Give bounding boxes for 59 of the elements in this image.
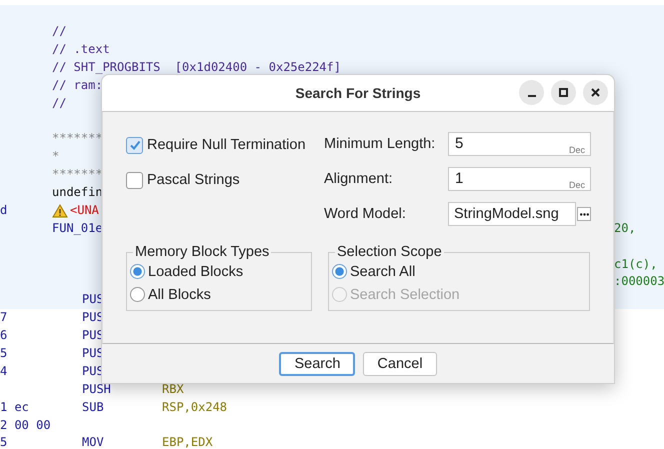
comment-text: // ram: (52, 76, 103, 94)
byte-text: 2 00 00 (0, 418, 51, 432)
field-label: Minimum Length: (324, 136, 436, 152)
warning-icon (52, 204, 68, 218)
radio-label: All Blocks (148, 286, 211, 302)
radio-button[interactable] (332, 264, 347, 279)
label-text: undefin (52, 184, 103, 202)
checkbox[interactable] (126, 172, 143, 188)
minimize-button[interactable] (519, 80, 544, 105)
minimize-icon (528, 94, 536, 96)
radix-label: Dec (568, 180, 585, 190)
field-label: Alignment: (324, 171, 394, 187)
radix-label: Dec (568, 145, 585, 155)
operand-text: RBX (162, 380, 184, 398)
comment-text: // .text (52, 40, 110, 58)
comment-text: // (52, 94, 66, 112)
separator-text: ******* (52, 166, 103, 184)
warning-text: <UNA (70, 202, 99, 219)
separator-text: * (52, 148, 60, 166)
comment-text: // (52, 23, 66, 40)
checkbox-label: Pascal Strings (147, 172, 240, 188)
code-text: 20, (614, 220, 636, 237)
operand-text: EBP,EDX (162, 434, 213, 449)
byte-text: 4 (0, 364, 8, 378)
mnemonic-text: MOV (82, 434, 104, 449)
code-text: :000003 (614, 273, 664, 290)
group-title: Memory Block Types (134, 244, 270, 260)
byte-text: d (0, 202, 8, 217)
radio-button[interactable] (130, 264, 145, 279)
search-button[interactable]: Search (279, 352, 356, 376)
byte-text: 6 (0, 328, 8, 342)
radio-label: Loaded Blocks (148, 264, 244, 280)
field-label: Word Model: (324, 206, 407, 222)
maximize-button[interactable] (551, 80, 576, 105)
window-title: Search For Strings (295, 85, 421, 101)
group-title: Selection Scope (336, 244, 443, 260)
comment-text: // SHT_PROGBITS [0x1d02400 - 0x25e224f] (52, 58, 341, 76)
ellipsis-icon (580, 212, 588, 216)
maximize-icon (559, 88, 568, 97)
close-button[interactable] (583, 80, 608, 105)
cancel-button[interactable]: Cancel (363, 352, 437, 376)
radio-label: Search All (350, 264, 416, 280)
mnemonic-text: SUB (82, 398, 104, 416)
radio-button[interactable] (130, 287, 145, 302)
code-text: c1(c), (614, 256, 658, 273)
byte-text: 1 ec (0, 400, 29, 414)
separator-text: ******* (52, 130, 103, 148)
browse-button[interactable] (577, 207, 591, 221)
operand-text: RSP,0x248 (162, 398, 228, 416)
byte-text: 5 (0, 346, 8, 360)
radio-label: Search Selection (350, 286, 460, 302)
checkbox-label: Require Null Termination (147, 137, 306, 153)
byte-text: 5 (0, 435, 8, 449)
mnemonic-text: PUSH (82, 380, 111, 398)
close-icon (591, 88, 600, 97)
function-name: FUN_01e (52, 220, 103, 237)
file-field[interactable]: StringModel.sng (448, 202, 576, 226)
byte-text: 7 (0, 310, 8, 324)
checkbox[interactable] (126, 136, 143, 154)
